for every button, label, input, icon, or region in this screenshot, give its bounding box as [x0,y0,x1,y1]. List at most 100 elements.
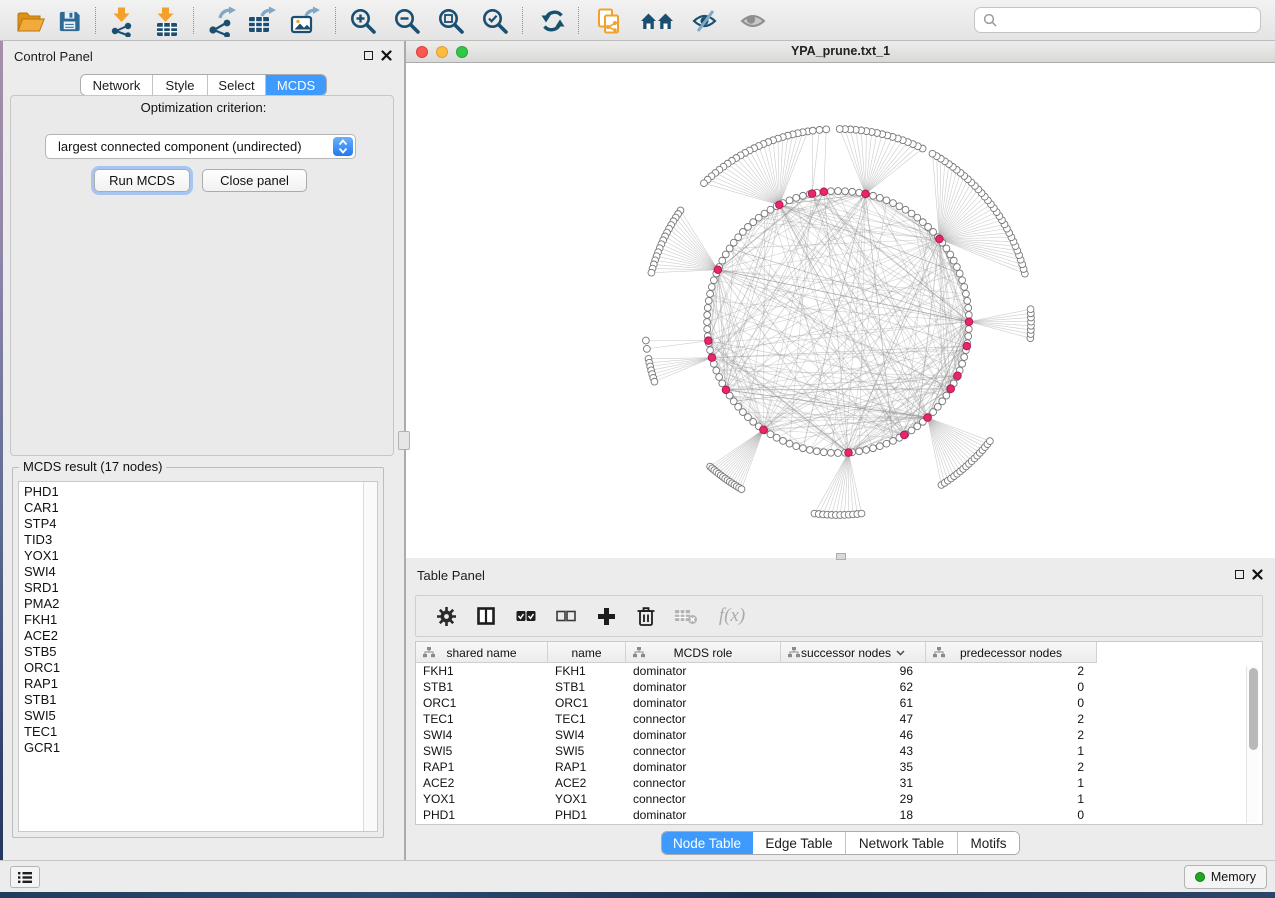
mcds-result-item[interactable]: PMA2 [24,596,363,612]
mcds-list-scrollbar[interactable] [363,482,377,831]
run-mcds-button[interactable]: Run MCDS [94,169,190,192]
table-cell[interactable]: 1 [926,775,1097,791]
table-cell[interactable]: connector [626,711,781,727]
table-cell[interactable]: ACE2 [416,775,548,791]
mcds-result-item[interactable]: PHD1 [24,484,363,500]
log-console-button[interactable] [10,866,40,888]
table-cell[interactable]: 0 [926,679,1097,695]
tab-style[interactable]: Style [153,75,208,95]
save-session-button[interactable] [52,4,86,38]
float-panel-icon[interactable] [364,51,373,60]
zoom-in-button[interactable] [346,4,380,38]
mcds-result-list[interactable]: PHD1CAR1STP4TID3YOX1SWI4SRD1PMA2FKH1ACE2… [18,481,378,832]
table-scrollbar-thumb[interactable] [1249,668,1258,750]
table-cell[interactable]: 46 [781,727,926,743]
table-cell[interactable]: STB1 [548,679,626,695]
table-row[interactable]: SWI5SWI5connector431 [416,743,1262,759]
table-cell[interactable]: FKH1 [416,663,548,679]
network-graph[interactable] [406,63,1275,558]
import-network-button[interactable] [106,4,140,38]
mcds-result-item[interactable]: FKH1 [24,612,363,628]
table-cell[interactable]: 1 [926,791,1097,807]
table-cell[interactable]: 2 [926,727,1097,743]
table-row[interactable]: TEC1TEC1connector472 [416,711,1262,727]
table-cell[interactable]: 43 [781,743,926,759]
table-cell[interactable]: connector [626,775,781,791]
table-row[interactable]: PHD1PHD1dominator180 [416,807,1262,823]
first-neighbors-button[interactable] [640,4,674,38]
mcds-result-item[interactable]: GCR1 [24,740,363,756]
float-panel-icon[interactable] [1235,570,1244,579]
table-cell[interactable]: 18 [781,807,926,823]
tab-network[interactable]: Network [81,75,153,95]
tab-select[interactable]: Select [208,75,266,95]
mcds-result-item[interactable]: STB5 [24,644,363,660]
table-cell[interactable]: 2 [926,663,1097,679]
table-cell[interactable]: dominator [626,727,781,743]
table-cell[interactable]: SWI5 [548,743,626,759]
column-header-MCDS-role[interactable]: MCDS role [626,642,781,663]
table-cell[interactable]: ORC1 [416,695,548,711]
tab-network-table[interactable]: Network Table [846,832,958,854]
table-cell[interactable]: 47 [781,711,926,727]
tab-motifs[interactable]: Motifs [958,832,1019,854]
mcds-result-item[interactable]: ACE2 [24,628,363,644]
table-cell[interactable]: FKH1 [548,663,626,679]
table-scrollbar[interactable] [1246,666,1259,823]
mcds-result-item[interactable]: SWI5 [24,708,363,724]
table-cell[interactable]: connector [626,743,781,759]
table-row[interactable]: SWI4SWI4dominator462 [416,727,1262,743]
table-cell[interactable]: dominator [626,679,781,695]
table-cell[interactable]: 0 [926,807,1097,823]
table-cell[interactable]: 62 [781,679,926,695]
table-settings-button[interactable] [434,604,458,628]
mcds-result-item[interactable]: SWI4 [24,564,363,580]
criterion-dropdown[interactable]: largest connected component (undirected) [45,134,356,159]
mcds-result-item[interactable]: SRD1 [24,580,363,596]
table-cell[interactable]: dominator [626,807,781,823]
table-cell[interactable]: 0 [926,695,1097,711]
search-input[interactable] [1003,13,1252,28]
close-panel-icon[interactable] [381,50,392,61]
close-panel-icon[interactable] [1252,569,1263,580]
mcds-result-item[interactable]: TEC1 [24,724,363,740]
table-cell[interactable]: 2 [926,711,1097,727]
table-row[interactable]: FKH1FKH1dominator962 [416,663,1262,679]
table-cell[interactable]: 96 [781,663,926,679]
splitter-grip[interactable] [836,553,846,560]
column-selector-button[interactable] [474,604,498,628]
select-all-button[interactable] [514,604,538,628]
table-row[interactable]: ACE2ACE2connector311 [416,775,1262,791]
table-cell[interactable]: 61 [781,695,926,711]
mcds-result-item[interactable]: CAR1 [24,500,363,516]
export-table-button[interactable] [244,4,278,38]
table-cell[interactable]: 1 [926,743,1097,759]
table-cell[interactable]: YOX1 [548,791,626,807]
table-cell[interactable]: ACE2 [548,775,626,791]
table-row[interactable]: RAP1RAP1dominator352 [416,759,1262,775]
open-file-button[interactable] [13,4,47,38]
table-cell[interactable]: SWI5 [416,743,548,759]
zoom-out-button[interactable] [390,4,424,38]
network-canvas[interactable] [406,63,1275,558]
refresh-view-button[interactable] [536,4,570,38]
tab-edge-table[interactable]: Edge Table [753,832,846,854]
table-cell[interactable]: 35 [781,759,926,775]
table-cell[interactable]: dominator [626,695,781,711]
table-cell[interactable]: connector [626,791,781,807]
table-cell[interactable]: RAP1 [548,759,626,775]
table-cell[interactable]: PHD1 [416,807,548,823]
add-column-button[interactable] [594,604,618,628]
table-cell[interactable]: TEC1 [548,711,626,727]
network-window-titlebar[interactable]: YPA_prune.txt_1 [406,41,1275,63]
share-network-button[interactable] [592,4,626,38]
tab-node-table[interactable]: Node Table [662,832,753,854]
table-cell[interactable]: PHD1 [548,807,626,823]
table-row[interactable]: YOX1YOX1connector291 [416,791,1262,807]
table-row[interactable]: ORC1ORC1dominator610 [416,695,1262,711]
column-header-shared-name[interactable]: shared name [416,642,548,663]
mcds-result-item[interactable]: YOX1 [24,548,363,564]
deselect-all-button[interactable] [554,604,578,628]
delete-column-button[interactable] [634,604,658,628]
memory-button[interactable]: Memory [1184,865,1267,889]
